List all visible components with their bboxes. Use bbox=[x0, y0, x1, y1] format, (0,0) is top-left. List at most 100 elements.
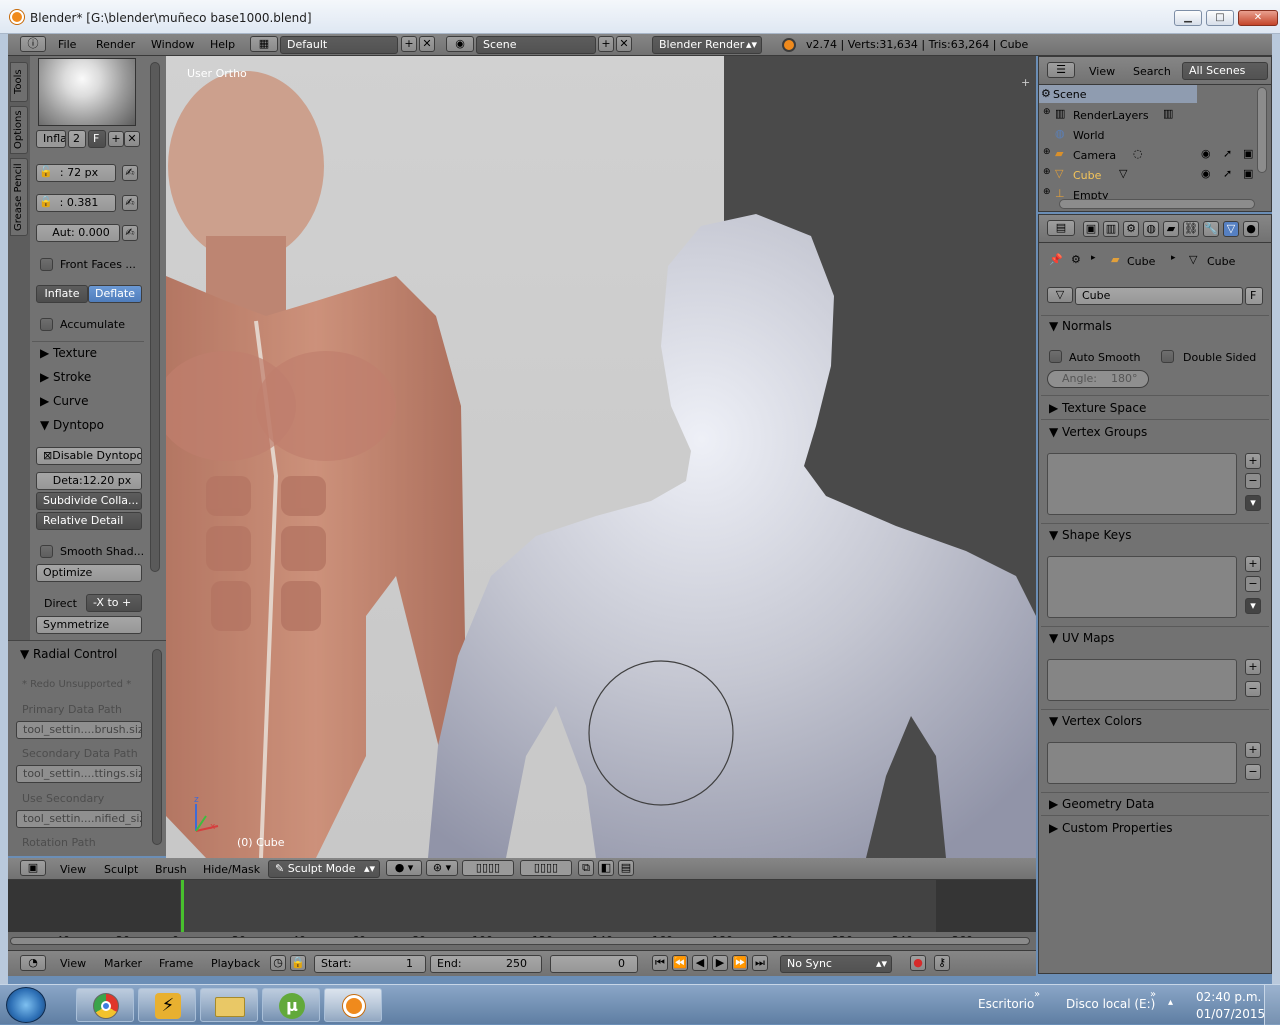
outliner-row-world[interactable]: ◍ World bbox=[1039, 125, 1271, 143]
current-frame-field[interactable]: 0 bbox=[550, 955, 638, 973]
render-layers-tab-icon[interactable]: ▥ bbox=[1103, 221, 1119, 237]
vertex-colors-list[interactable] bbox=[1047, 742, 1237, 784]
detail-type-select[interactable]: Relative Detail bbox=[36, 512, 142, 530]
pin-icon[interactable]: 📌 bbox=[1049, 253, 1063, 266]
escritorio-toolbar[interactable]: Escritorio bbox=[978, 997, 1034, 1011]
outliner-display-select[interactable]: All Scenes bbox=[1182, 62, 1268, 80]
outliner-row-renderlayers[interactable]: ⊕ ▥ RenderLayers ▥ bbox=[1039, 105, 1271, 123]
remove-vertex-color-button[interactable]: − bbox=[1245, 764, 1261, 780]
radius-pressure-icon[interactable]: ✍ bbox=[122, 165, 138, 181]
auto-smooth-checkbox[interactable] bbox=[1049, 350, 1062, 363]
screen-layout-icon[interactable]: ▦ bbox=[250, 36, 278, 52]
outliner-row-camera[interactable]: ⊕ ▰ Camera ◌ ◉ ➚ ▣ bbox=[1039, 145, 1271, 163]
show-desktop-button[interactable] bbox=[1264, 985, 1280, 1025]
secondary-path-field[interactable]: tool_settin....ttings.size bbox=[16, 765, 142, 783]
current-frame-line[interactable] bbox=[181, 880, 184, 932]
remove-shape-key-button[interactable]: − bbox=[1245, 576, 1261, 592]
autosmooth-pressure-icon[interactable]: ✍ bbox=[122, 225, 138, 241]
vertex-groups-section[interactable]: ▼ Vertex Groups bbox=[1049, 425, 1147, 439]
double-sided-checkbox[interactable] bbox=[1161, 350, 1174, 363]
layers-grid-2[interactable]: ▯▯▯▯ bbox=[520, 860, 572, 876]
disable-dyntopo-button[interactable]: ⊠Disable Dyntopo bbox=[36, 447, 142, 465]
outliner-row-empty[interactable]: ⊕ ⊥ Empty bbox=[1039, 185, 1271, 199]
lock-icon[interactable]: 🔒 bbox=[38, 195, 54, 211]
menu-render[interactable]: Render bbox=[96, 38, 135, 51]
timeline-hscrollbar[interactable] bbox=[10, 937, 1030, 945]
start-button[interactable] bbox=[6, 987, 46, 1023]
utorrent-taskbar-icon[interactable]: µ bbox=[262, 988, 320, 1022]
vertex-colors-section[interactable]: ▼ Vertex Colors bbox=[1049, 714, 1142, 728]
custom-properties-section[interactable]: ▶ Custom Properties bbox=[1049, 821, 1172, 835]
outliner-row-cube[interactable]: ⊕ ▽ Cube ▽ ◉ ➚ ▣ bbox=[1039, 165, 1271, 183]
accumulate-checkbox[interactable] bbox=[40, 318, 53, 331]
tool-shelf-scrollbar[interactable] bbox=[150, 62, 160, 572]
cursor-icon[interactable]: ➚ bbox=[1223, 147, 1232, 160]
tray-expand-icon[interactable]: ▴ bbox=[1168, 997, 1173, 1008]
properties-editor-icon[interactable]: ▤ bbox=[1047, 220, 1075, 236]
add-layout-button[interactable]: + bbox=[401, 36, 417, 52]
disk-toolbar[interactable]: Disco local (E:) bbox=[1066, 997, 1155, 1011]
jump-keyframe-back-icon[interactable]: ⏪ bbox=[672, 955, 688, 971]
add-uv-map-button[interactable]: + bbox=[1245, 659, 1261, 675]
tab-grease-pencil[interactable]: Grease Pencil bbox=[10, 158, 28, 236]
primary-path-field[interactable]: tool_settin....brush.size bbox=[16, 721, 142, 739]
use-secondary-field[interactable]: tool_settin....nified_size bbox=[16, 810, 142, 828]
clock-time[interactable]: 02:40 p.m. bbox=[1196, 990, 1261, 1004]
eye-icon[interactable]: ◉ bbox=[1201, 167, 1211, 180]
brush-name-field[interactable]: Infla bbox=[36, 130, 66, 148]
outliner-row-scene[interactable]: ⚙ Scene bbox=[1039, 85, 1197, 103]
autosmooth-field[interactable]: Aut: 0.000 bbox=[36, 224, 120, 242]
close-button[interactable]: ✕ bbox=[1238, 10, 1278, 26]
chrome-taskbar-icon[interactable] bbox=[76, 988, 134, 1022]
play-reverse-icon[interactable]: ◀ bbox=[692, 955, 708, 971]
jump-start-icon[interactable]: ⏮ bbox=[652, 955, 668, 971]
shape-keys-list[interactable] bbox=[1047, 556, 1237, 618]
menu-file[interactable]: File bbox=[58, 38, 76, 51]
sculpt-mesh[interactable]: z x bbox=[166, 56, 1036, 858]
start-frame-field[interactable]: Start: 1 bbox=[314, 955, 426, 973]
camera-render-icon[interactable]: ▣ bbox=[1243, 167, 1253, 180]
blender-taskbar-icon[interactable] bbox=[324, 988, 382, 1022]
menu-playback[interactable]: Playback bbox=[211, 957, 260, 970]
shading-select[interactable]: ● ▾ bbox=[386, 860, 422, 876]
mode-select[interactable]: ✎ Sculpt Mode ▴▾ bbox=[268, 860, 380, 878]
layers-grid-1[interactable]: ▯▯▯▯ bbox=[462, 860, 514, 876]
render-camera-icon[interactable]: ◧ bbox=[598, 860, 614, 876]
outliner-hscrollbar[interactable] bbox=[1059, 199, 1255, 209]
menu-outliner-search[interactable]: Search bbox=[1133, 65, 1171, 78]
remove-layout-button[interactable]: ✕ bbox=[419, 36, 435, 52]
texture-section[interactable]: ▶ Texture bbox=[40, 346, 97, 360]
keying-set-icon[interactable]: ⚷ bbox=[934, 955, 950, 971]
uv-maps-section[interactable]: ▼ UV Maps bbox=[1049, 631, 1114, 645]
strength-pressure-icon[interactable]: ✍ bbox=[122, 195, 138, 211]
symmetrize-direction-select[interactable]: -X to + bbox=[86, 594, 142, 612]
end-frame-field[interactable]: End: 250 bbox=[430, 955, 542, 973]
new-brush-button[interactable]: + bbox=[108, 131, 124, 147]
curve-section[interactable]: ▶ Curve bbox=[40, 394, 88, 408]
menu-brush[interactable]: Brush bbox=[155, 863, 187, 876]
uv-maps-list[interactable] bbox=[1047, 659, 1237, 701]
world-tab-icon[interactable]: ◍ bbox=[1143, 221, 1159, 237]
shape-key-specials-button[interactable]: ▾ bbox=[1245, 598, 1261, 614]
eye-icon[interactable]: ◉ bbox=[1201, 147, 1211, 160]
preview-range-icon[interactable]: ◷ bbox=[270, 955, 286, 971]
scene-icon[interactable]: ◉ bbox=[446, 36, 474, 52]
minimize-button[interactable]: ▁ bbox=[1174, 10, 1202, 26]
brush-fake-user-button[interactable]: F bbox=[88, 130, 106, 148]
stroke-section[interactable]: ▶ Stroke bbox=[40, 370, 91, 384]
menu-view[interactable]: View bbox=[60, 863, 86, 876]
editor-type-button[interactable]: ⓘ bbox=[20, 36, 46, 52]
camera-render-icon[interactable]: ▣ bbox=[1243, 147, 1253, 160]
add-vertex-group-button[interactable]: + bbox=[1245, 453, 1261, 469]
outliner-editor-icon[interactable]: ☰ bbox=[1047, 62, 1075, 78]
menu-help[interactable]: Help bbox=[210, 38, 235, 51]
chevron-icon[interactable]: » bbox=[1150, 989, 1156, 1000]
detail-size-field[interactable]: Deta:12.20 px bbox=[36, 472, 142, 490]
render-tab-icon[interactable]: ▣ bbox=[1083, 221, 1099, 237]
scene-tab-icon[interactable]: ⚙ bbox=[1123, 221, 1139, 237]
radial-control-header[interactable]: ▼ Radial Control bbox=[20, 647, 117, 661]
render-animation-icon[interactable]: ▤ bbox=[618, 860, 634, 876]
mesh-datablock-icon[interactable]: ▽ bbox=[1047, 287, 1073, 303]
subdivide-collapse-select[interactable]: Subdivide Colla... bbox=[36, 492, 142, 510]
maximize-button[interactable]: □ bbox=[1206, 10, 1234, 26]
